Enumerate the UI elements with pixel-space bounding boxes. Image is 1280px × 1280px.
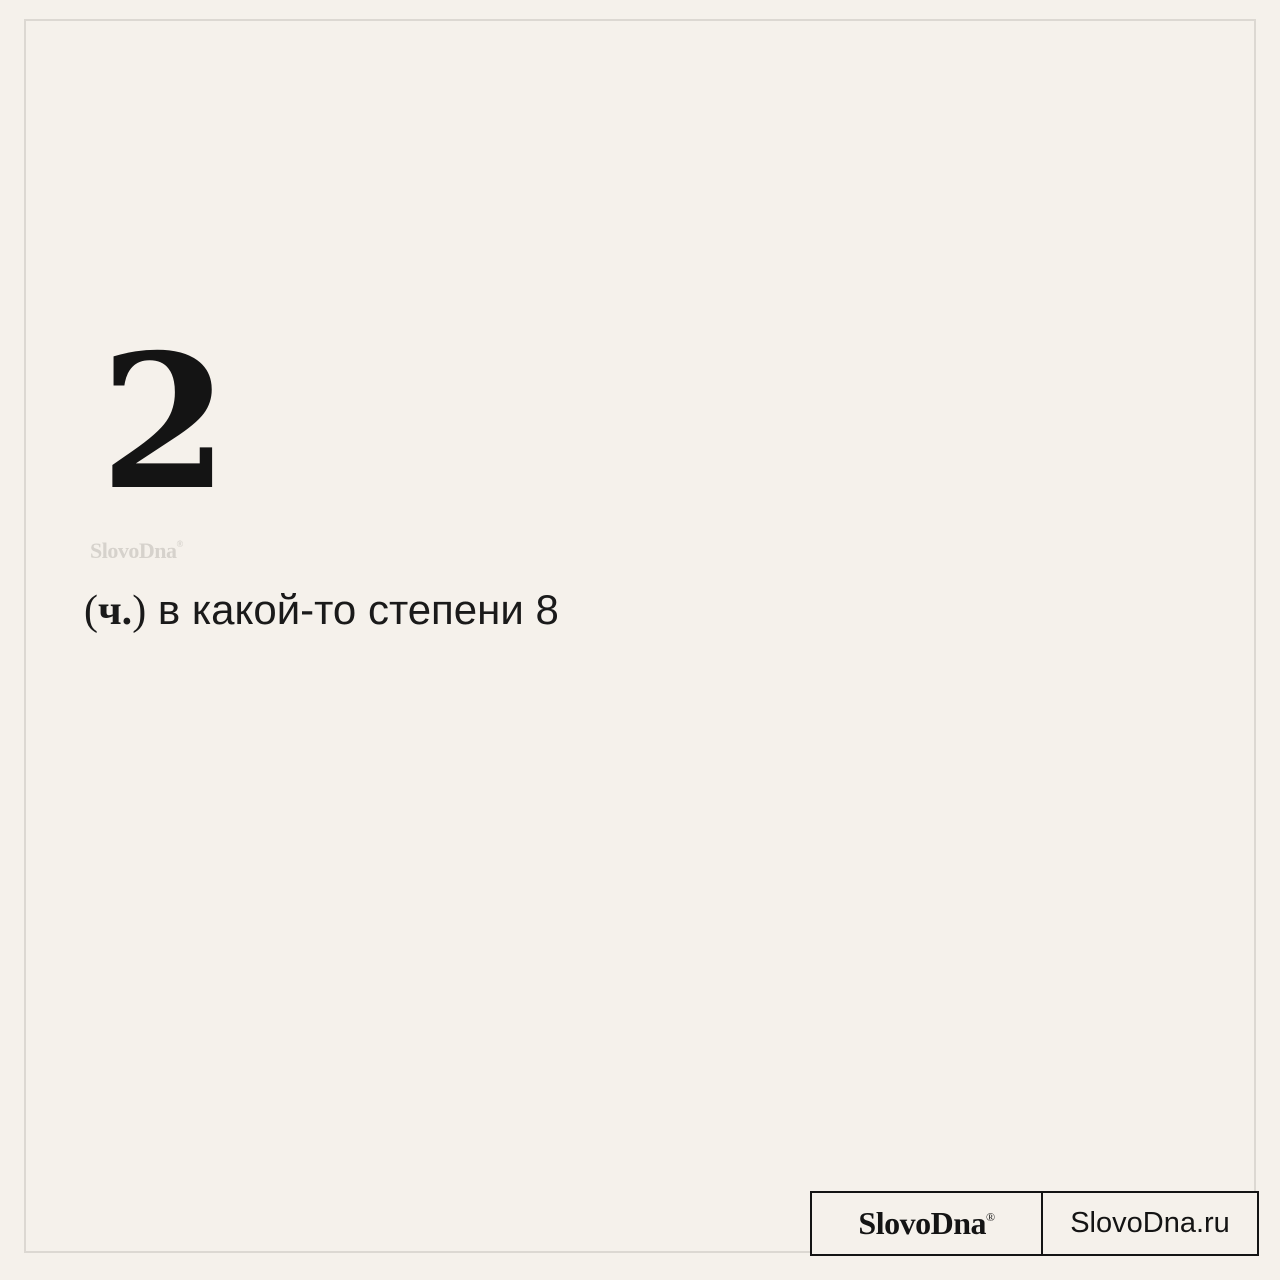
definition-text: в какой-то степени 8	[146, 586, 559, 633]
site-link[interactable]: SlovoDna.ru	[1043, 1193, 1257, 1254]
definition: (ч.) в какой-то степени 8	[84, 586, 559, 635]
paren-open: (	[84, 588, 98, 634]
brand-logo: SlovoDna ®	[812, 1193, 1043, 1254]
abbreviation-text: ч.	[98, 588, 133, 634]
brand-logo-text: SlovoDna	[858, 1205, 986, 1241]
headword: 2	[100, 313, 229, 531]
brand-registered-mark: ®	[985, 1210, 995, 1224]
definition-abbreviation: (ч.)	[84, 588, 146, 634]
watermark-registered-mark: ®	[176, 538, 183, 549]
card-frame	[24, 19, 1256, 1253]
paren-close: )	[132, 588, 147, 634]
watermark-text: SlovoDna	[90, 538, 177, 563]
brand-badge: SlovoDna ® SlovoDna.ru	[810, 1191, 1259, 1256]
watermark-logo: SlovoDna®	[90, 538, 183, 564]
